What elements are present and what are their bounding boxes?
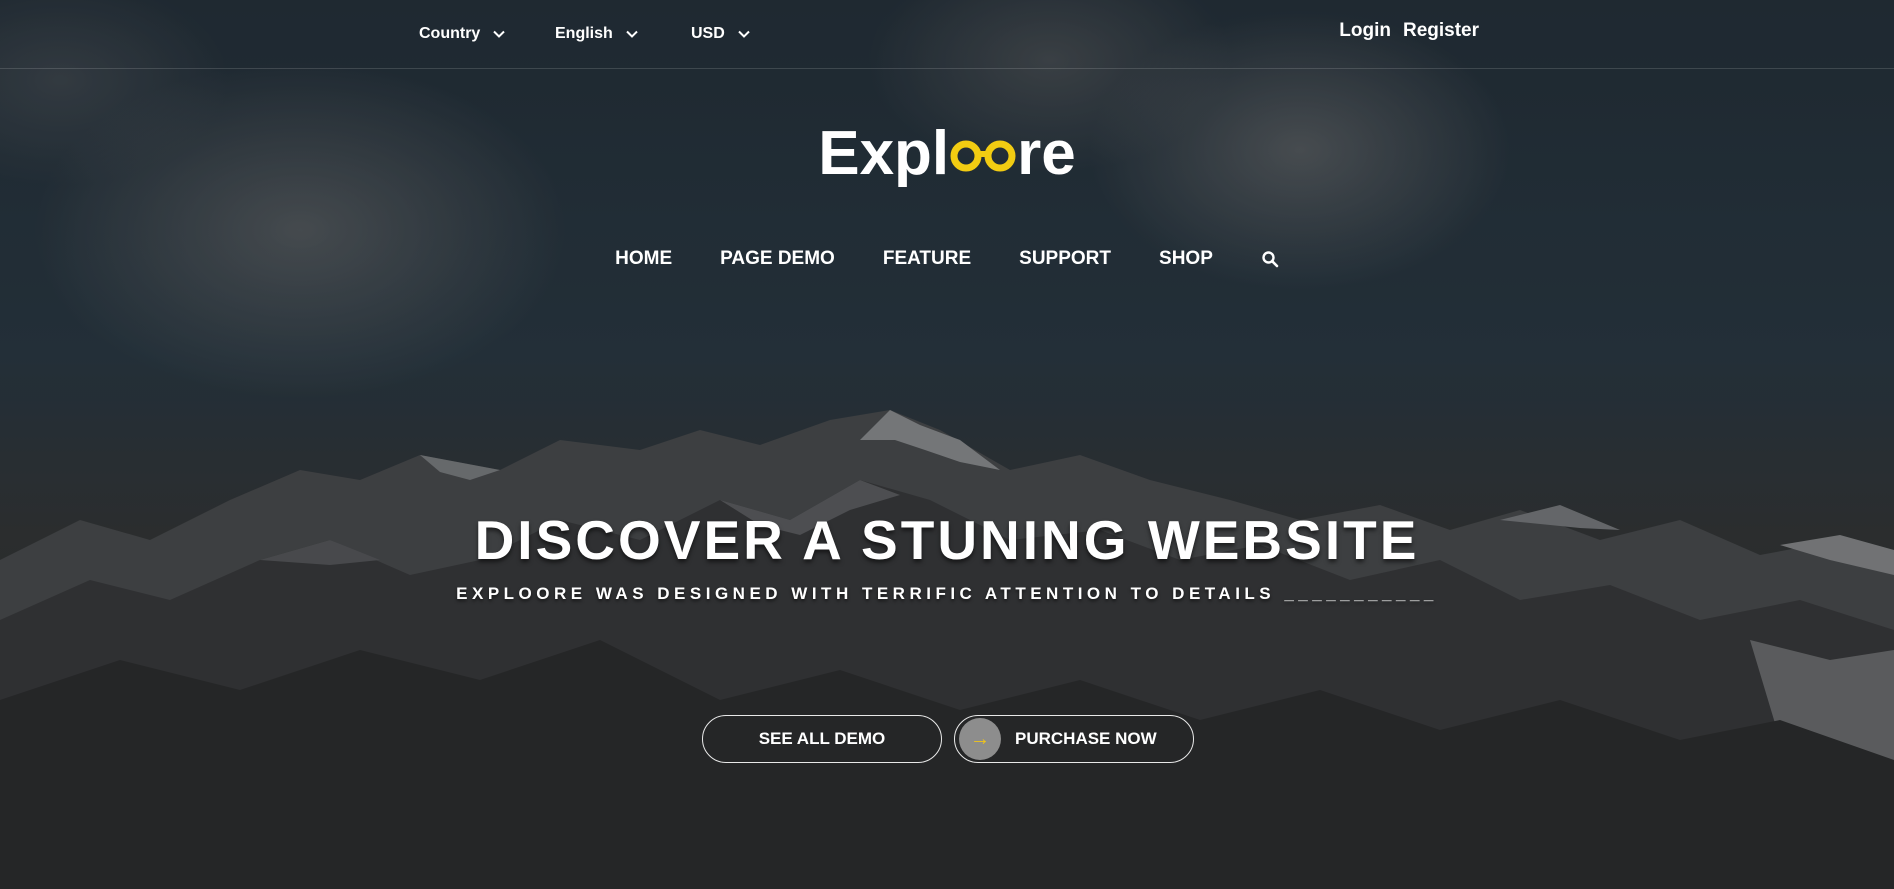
nav-item-page-demo[interactable]: PAGE DEMO — [720, 248, 835, 270]
hero-subline: EXPLOORE WAS DESIGNED WITH TERRIFIC ATTE… — [456, 584, 1438, 603]
binoculars-logo-icon — [950, 140, 1016, 172]
top-bar: Country English USD Login Register — [0, 0, 1894, 69]
auth-links: Login Register — [1339, 20, 1479, 42]
see-all-demo-button[interactable]: SEE ALL DEMO — [702, 715, 942, 763]
main-nav: HOME PAGE DEMO FEATURE SUPPORT SHOP — [0, 248, 1894, 270]
hero-headline: DISCOVER A STUNING WEBSITE — [474, 509, 1420, 571]
currency-label: USD — [691, 25, 725, 42]
nav-item-support[interactable]: SUPPORT — [1019, 248, 1111, 270]
purchase-now-label: PURCHASE NOW — [1015, 729, 1157, 748]
logo-text-prefix: Expl — [818, 119, 950, 188]
nav-item-shop[interactable]: SHOP — [1159, 248, 1213, 270]
chevron-down-icon — [493, 30, 506, 38]
search-icon[interactable] — [1261, 250, 1279, 268]
country-selector[interactable]: Country — [419, 22, 506, 46]
purchase-now-button[interactable]: → PURCHASE NOW — [954, 715, 1194, 763]
register-link[interactable]: Register — [1403, 20, 1479, 42]
language-label: English — [555, 25, 613, 42]
chevron-down-icon — [626, 30, 638, 38]
nav-item-feature[interactable]: FEATURE — [883, 248, 971, 270]
language-selector[interactable]: English — [555, 22, 639, 46]
country-label: Country — [419, 25, 481, 42]
site-logo[interactable]: Expl re — [0, 118, 1894, 190]
currency-selector[interactable]: USD — [691, 22, 751, 46]
arrow-right-icon: → — [959, 718, 1001, 760]
chevron-down-icon — [738, 30, 750, 38]
login-link[interactable]: Login — [1339, 20, 1391, 42]
see-all-demo-label: SEE ALL DEMO — [758, 729, 886, 748]
nav-item-home[interactable]: HOME — [615, 248, 672, 270]
logo-text-suffix: re — [1017, 119, 1076, 188]
